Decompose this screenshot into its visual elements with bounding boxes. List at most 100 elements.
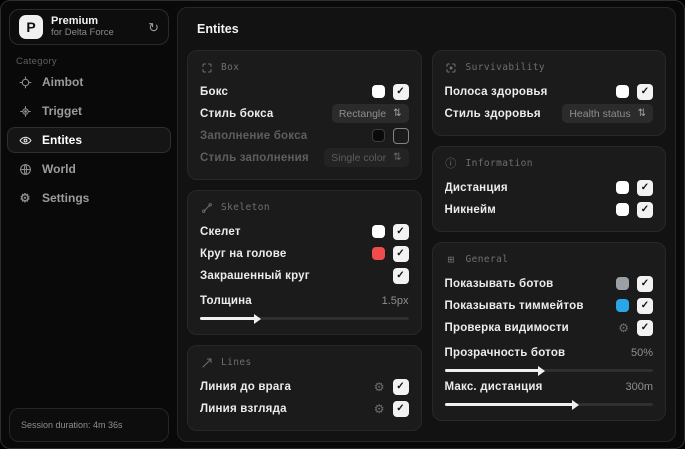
checkbox-checked[interactable]: ✓ bbox=[637, 297, 653, 314]
row-controls: Single color ⇅ bbox=[324, 148, 409, 167]
color-swatch[interactable] bbox=[371, 225, 385, 238]
card-survivability: Survivability Полоса здоровья ✓ Стиль здоро… bbox=[431, 50, 666, 136]
setting-row: Стиль заполнения Single color ⇅ bbox=[200, 147, 409, 168]
row-controls: ✓ bbox=[616, 201, 653, 218]
card-title: Survivability bbox=[465, 62, 546, 73]
card-title: Information bbox=[465, 158, 533, 169]
setting-row: Проверка видимости ⚙ ✓ bbox=[445, 317, 653, 338]
setting-row: Заполнение бокса bbox=[200, 125, 409, 146]
color-swatch[interactable] bbox=[616, 203, 629, 216]
bone-icon bbox=[200, 201, 213, 214]
gear-icon[interactable]: ⚙ bbox=[374, 381, 385, 393]
session-duration-label: Session duration: 4m 36s bbox=[21, 420, 123, 430]
card-title: Box bbox=[221, 62, 240, 73]
setting-label: Стиль бокса bbox=[200, 107, 274, 120]
setting-row-slider: Макс. дистанция 300m bbox=[444, 377, 653, 410]
chevron-up-down-icon: ⇅ bbox=[393, 107, 402, 119]
checkbox-checked[interactable]: ✓ bbox=[392, 400, 409, 417]
setting-label: Дистанция bbox=[444, 181, 508, 194]
main-panel: Entites Box Бокс ✓ Стиль бокса Rectangle ⇅ Зап… bbox=[177, 7, 676, 442]
row-controls: ✓ bbox=[616, 275, 653, 292]
check-icon: ✓ bbox=[640, 299, 650, 311]
refresh-icon[interactable]: ↻ bbox=[148, 21, 159, 34]
card-title: Skeleton bbox=[221, 202, 270, 213]
row-controls: ✓ bbox=[392, 267, 409, 284]
scan-dot-icon bbox=[445, 61, 458, 74]
row-controls: ✓ bbox=[616, 179, 653, 196]
slider[interactable] bbox=[200, 313, 409, 324]
slider-thumb[interactable] bbox=[538, 365, 546, 376]
color-swatch[interactable] bbox=[371, 247, 385, 260]
checkbox-checked[interactable]: ✓ bbox=[637, 275, 653, 292]
setting-label: Стиль заполнения bbox=[200, 151, 309, 164]
select-survivability-1[interactable]: Health status ⇅ bbox=[562, 104, 653, 123]
checkbox-unchecked[interactable] bbox=[392, 127, 409, 144]
select-value: Rectangle bbox=[338, 107, 387, 120]
category-label: Category bbox=[16, 56, 57, 67]
slider[interactable] bbox=[444, 365, 653, 376]
select-box-1[interactable]: Rectangle ⇅ bbox=[331, 104, 409, 123]
setting-label: Линия взгляда bbox=[200, 402, 287, 415]
card-skeleton: Skeleton Скелет ✓ Круг на голове ✓ Закрашенны… bbox=[187, 190, 422, 335]
setting-row: Показывать ботов ✓ bbox=[445, 273, 653, 294]
slider-value: 1.5px bbox=[381, 294, 409, 307]
sidebar-item-label: Trigget bbox=[42, 104, 83, 118]
setting-row: Круг на голове ✓ bbox=[200, 243, 409, 264]
setting-row: Скелет ✓ bbox=[200, 221, 409, 242]
checkbox-checked[interactable]: ✓ bbox=[637, 179, 653, 196]
color-swatch[interactable] bbox=[616, 277, 629, 290]
checkbox-checked[interactable]: ✓ bbox=[392, 267, 409, 284]
check-icon: ✓ bbox=[396, 380, 405, 392]
sidebar-item-world[interactable]: World bbox=[7, 156, 171, 182]
row-controls bbox=[371, 127, 409, 144]
setting-row-slider: Толщина 1.5px bbox=[200, 291, 409, 324]
gear-icon[interactable]: ⚙ bbox=[374, 403, 385, 415]
setting-label: Прозрачность ботов bbox=[444, 346, 566, 359]
checkbox-checked[interactable]: ✓ bbox=[637, 319, 653, 336]
slider-thumb[interactable] bbox=[254, 313, 262, 324]
card-information: ⓘ Information Дистанция ✓ Никнейм ✓ bbox=[431, 146, 666, 232]
globe-icon bbox=[18, 163, 32, 176]
sidebar-item-label: Aimbot bbox=[42, 75, 84, 89]
sidebar-item-trigget[interactable]: Trigget bbox=[7, 98, 171, 124]
checkbox-checked[interactable]: ✓ bbox=[392, 223, 409, 240]
setting-label: Круг на голове bbox=[200, 247, 287, 260]
chevron-up-down-icon: ⇅ bbox=[637, 107, 646, 119]
checkbox-checked[interactable]: ✓ bbox=[392, 83, 409, 100]
color-swatch[interactable] bbox=[616, 181, 629, 194]
setting-label: Стиль здоровья bbox=[444, 107, 541, 120]
setting-label: Скелет bbox=[200, 225, 241, 238]
checkbox-checked[interactable]: ✓ bbox=[637, 83, 653, 100]
slider-thumb[interactable] bbox=[571, 399, 579, 410]
card-box: Box Бокс ✓ Стиль бокса Rectangle ⇅ Заполнение … bbox=[187, 50, 422, 180]
checkbox-checked[interactable]: ✓ bbox=[392, 378, 409, 395]
check-icon: ✓ bbox=[640, 85, 650, 97]
card-general: ⊞ General Показывать ботов ✓ Показывать тимм… bbox=[431, 242, 666, 421]
color-swatch[interactable] bbox=[371, 85, 385, 98]
checkbox-checked[interactable]: ✓ bbox=[392, 245, 409, 262]
sidebar-item-aimbot[interactable]: Aimbot bbox=[7, 69, 171, 95]
setting-row: Стиль здоровья Health status ⇅ bbox=[444, 103, 653, 124]
setting-row-slider: Прозрачность ботов 50% bbox=[444, 343, 653, 376]
info-icon: ⓘ bbox=[445, 157, 457, 170]
sidebar-item-entites[interactable]: Entites bbox=[7, 127, 171, 153]
sidebar-item-label: Settings bbox=[42, 191, 90, 205]
slider[interactable] bbox=[444, 399, 653, 410]
sidebar-item-settings[interactable]: ⚙ Settings bbox=[7, 185, 171, 211]
color-swatch[interactable] bbox=[616, 299, 629, 312]
gear-icon[interactable]: ⚙ bbox=[618, 322, 629, 334]
setting-row: Линия до врага ⚙ ✓ bbox=[200, 376, 409, 397]
card-header-skeleton: Skeleton bbox=[200, 201, 409, 214]
setting-label: Линия до врага bbox=[200, 380, 292, 393]
row-controls: ✓ bbox=[616, 297, 653, 314]
line-icon bbox=[200, 356, 213, 369]
checkbox-checked[interactable]: ✓ bbox=[637, 201, 653, 218]
setting-label: Макс. дистанция bbox=[444, 380, 543, 393]
color-swatch[interactable] bbox=[371, 129, 385, 142]
card-lines: Lines Линия до врага ⚙ ✓ Линия взгляда ⚙ ✓ bbox=[187, 345, 422, 431]
card-header-survivability: Survivability bbox=[445, 61, 654, 74]
select-value: Single color bbox=[331, 151, 387, 164]
color-swatch[interactable] bbox=[616, 85, 629, 98]
select-box-3[interactable]: Single color ⇅ bbox=[324, 148, 409, 167]
sidebar-item-label: World bbox=[42, 162, 76, 176]
